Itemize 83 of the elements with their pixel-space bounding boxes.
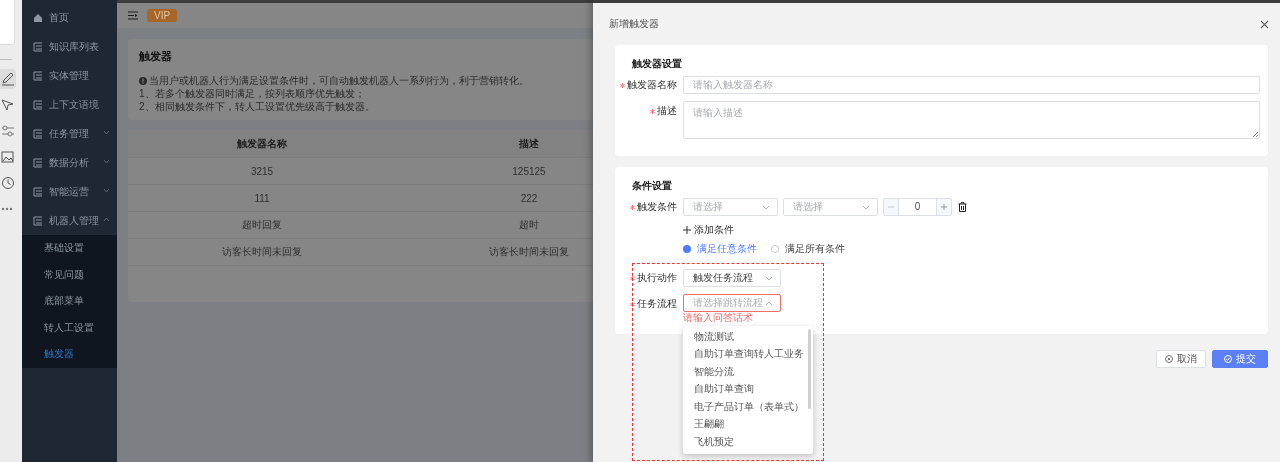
submenu-item[interactable]: 底部菜单 — [22, 288, 117, 315]
dropdown-option[interactable]: 智能分流 — [683, 363, 813, 381]
list-icon — [33, 186, 43, 197]
table-cell-text: 超时 — [518, 218, 540, 232]
notice-text: 2、相同触发条件下，转人工设置优先级高于触发器。 — [139, 101, 375, 112]
table-cell-text: 222 — [519, 192, 539, 204]
section-title: 触发器设置 — [631, 57, 683, 71]
field-label: 触发器名称 — [627, 78, 677, 92]
table-cell-text: 111 — [253, 192, 271, 204]
resize-grip-icon — [1253, 132, 1258, 137]
plus-icon — [683, 226, 691, 234]
plus-icon — [941, 204, 947, 210]
dropdown-option[interactable]: 王翩翩 — [683, 415, 813, 433]
add-condition-button[interactable]: 添加条件 — [683, 223, 734, 237]
cancel-button[interactable]: 取消 — [1156, 350, 1206, 368]
close-icon[interactable] — [1260, 19, 1269, 29]
chevron-icon — [765, 275, 773, 281]
radio-option[interactable]: 满足所有条件 — [771, 242, 845, 256]
chevron-icon — [762, 204, 770, 210]
home-icon — [33, 12, 43, 23]
select-placeholder: 请选择跳转流程 — [693, 296, 763, 310]
list-icon — [33, 70, 43, 81]
list-icon — [33, 99, 43, 110]
list-icon — [33, 215, 43, 226]
notice-title: 触发器 — [139, 49, 173, 64]
sidebar-item-label[interactable]: 知识库列表 — [49, 39, 99, 54]
list-icon — [33, 157, 43, 168]
close-circle-icon — [1165, 355, 1173, 363]
table-cell-text: 3215 — [249, 165, 275, 177]
dropdown-option[interactable]: 飞机预定 — [683, 433, 813, 451]
field-label: 触发条件 — [637, 200, 677, 214]
table-cell-text: 125125 — [511, 165, 547, 177]
sidebar-item-label[interactable]: 数据分析 — [49, 155, 89, 170]
list-icon — [33, 41, 43, 52]
list-icon — [33, 128, 43, 139]
radio-option[interactable]: 满足任意条件 — [683, 242, 757, 256]
submenu-item[interactable]: 常见问题 — [22, 261, 117, 288]
section-title: 条件设置 — [631, 179, 673, 193]
dropdown-option[interactable]: 自助订单查询转人工业务 — [683, 345, 813, 363]
pen-icon — [1, 72, 15, 86]
field-label: 任务流程 — [637, 297, 677, 311]
submit-button[interactable]: 提交 — [1212, 350, 1268, 368]
minus-icon — [888, 204, 894, 210]
submenu-item[interactable]: 基础设置 — [22, 235, 117, 262]
info-icon — [139, 76, 147, 85]
chevron-icon — [862, 204, 870, 210]
column-header: 描述 — [518, 136, 540, 151]
dropdown-option[interactable]: 电子产品订单（表单式） — [683, 398, 813, 416]
table-cell-text: 超时回复 — [241, 218, 283, 232]
side-panel-card — [0, 0, 15, 45]
select-field[interactable]: 触发任务流程 — [683, 269, 781, 287]
menu-icon[interactable] — [128, 11, 138, 20]
error-message: 请输入问答话术 — [683, 312, 754, 324]
sidebar-item-label[interactable]: 首页 — [49, 10, 69, 25]
dropdown-option[interactable]: 自助订单查询 — [683, 380, 813, 398]
sidebar-item-label[interactable]: 实体管理 — [49, 68, 89, 83]
image-icon[interactable] — [1, 150, 15, 164]
number-value: 0 — [913, 200, 922, 214]
select-placeholder: 请选择 — [793, 200, 823, 214]
sidebar-item-label[interactable]: 上下文语境 — [49, 97, 99, 112]
scrollbar[interactable] — [808, 329, 811, 409]
sliders-icon[interactable] — [1, 124, 15, 138]
field-label: 描述 — [657, 104, 677, 118]
submenu-item[interactable]: 转人工设置 — [22, 314, 117, 341]
clock-icon[interactable] — [1, 176, 15, 190]
column-header: 触发器名称 — [236, 136, 288, 151]
sidebar-item-label[interactable]: 智能运营 — [49, 184, 89, 199]
sidebar-item-label[interactable]: 任务管理 — [49, 126, 89, 141]
sidebar-item-label[interactable]: 机器人管理 — [49, 213, 99, 228]
trash-icon[interactable] — [958, 202, 967, 212]
table-cell-text: 访客长时间未回复 — [221, 245, 303, 259]
vip-badge: VIP — [147, 9, 178, 22]
submenu-item[interactable]: 触发器 — [22, 341, 117, 368]
select-placeholder: 请选择 — [693, 200, 723, 214]
table-cell-text: 访客长时间未回复 — [488, 245, 570, 259]
drawer-title: 新增触发器 — [609, 17, 659, 31]
check-circle-icon — [1224, 355, 1232, 363]
notice-text: 1、若多个触发器同时满足，按列表顺序优先触发； — [139, 88, 365, 99]
dropdown-option[interactable]: 物流测试 — [683, 328, 813, 346]
field-label: 执行动作 — [637, 271, 677, 285]
select-value: 触发任务流程 — [693, 271, 753, 285]
cursor-icon[interactable] — [1, 98, 15, 112]
tool-button[interactable] — [0, 69, 16, 89]
